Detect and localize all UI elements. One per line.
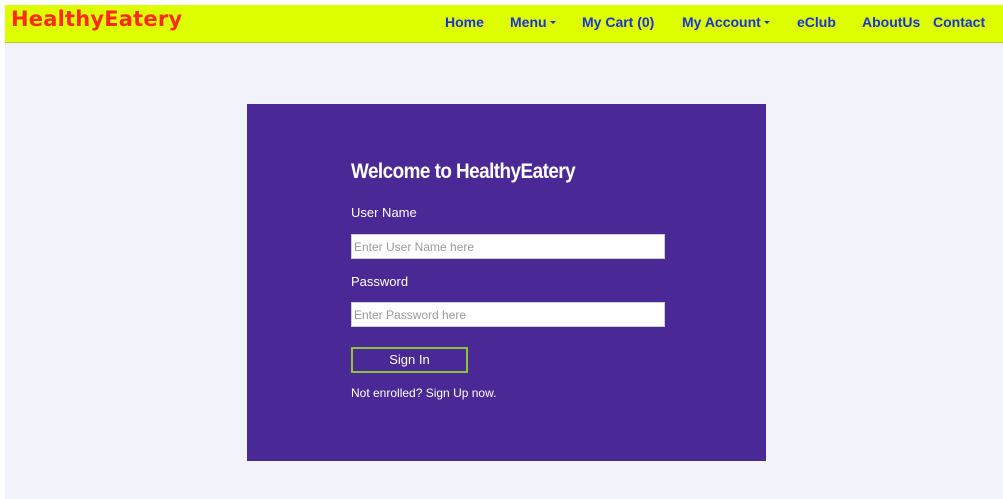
nav-home[interactable]: Home <box>445 14 484 30</box>
nav-menu-dropdown[interactable]: Menu <box>510 14 556 30</box>
chevron-down-icon <box>549 20 556 24</box>
nav-my-account-label: My Account <box>682 14 761 30</box>
sign-in-button[interactable]: Sign In <box>351 347 468 373</box>
page: HealthyEatery Home Menu My Cart (0) My A… <box>5 5 1003 499</box>
top-navbar: HealthyEatery Home Menu My Cart (0) My A… <box>5 5 1003 43</box>
nav-about-us[interactable]: AboutUs <box>862 14 920 30</box>
nav-my-account-dropdown[interactable]: My Account <box>682 14 770 30</box>
nav-my-cart[interactable]: My Cart (0) <box>582 14 654 30</box>
username-label: User Name <box>351 205 417 220</box>
sign-up-link[interactable]: Not enrolled? Sign Up now. <box>351 386 496 400</box>
login-title: Welcome to HealthyEatery <box>351 160 576 183</box>
nav-menu-label: Menu <box>510 14 547 30</box>
nav-contact[interactable]: Contact <box>933 14 985 30</box>
chevron-down-icon <box>763 20 770 24</box>
nav-eclub[interactable]: eClub <box>797 14 836 30</box>
login-panel: Welcome to HealthyEatery User Name Passw… <box>247 104 766 461</box>
brand-logo[interactable]: HealthyEatery <box>11 7 182 31</box>
password-input[interactable] <box>351 302 665 327</box>
username-input[interactable] <box>351 234 665 259</box>
password-label: Password <box>351 274 409 289</box>
